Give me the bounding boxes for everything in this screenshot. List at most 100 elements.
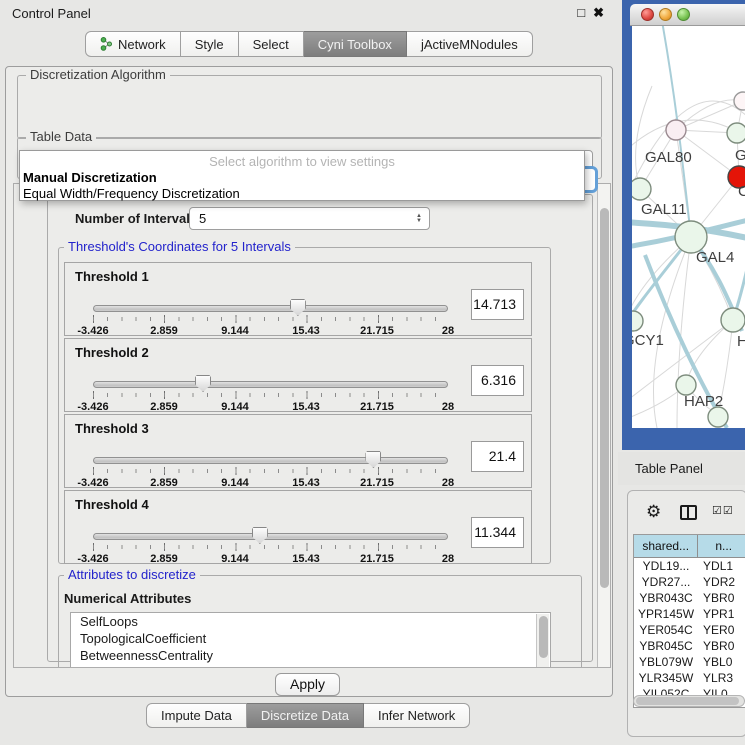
node-label: HAP2 <box>684 393 723 410</box>
network-node[interactable] <box>676 375 696 395</box>
network-node[interactable] <box>632 311 643 331</box>
tab-cyni-toolbox[interactable]: Cyni Toolbox <box>304 31 407 57</box>
settings-viewport: Interval Definition Number of Intervals … <box>13 183 611 668</box>
network-node[interactable] <box>632 178 651 200</box>
scrollbar-thumb[interactable] <box>600 208 609 588</box>
tab-discretize-data[interactable]: Discretize Data <box>247 703 364 728</box>
option-manual-discretization[interactable]: Manual Discretization <box>23 170 157 185</box>
network-node[interactable] <box>734 92 745 110</box>
control-panel: Control Panel □ ✖ Network Style Select C… <box>0 0 618 745</box>
settings-scrollbar[interactable] <box>597 184 610 668</box>
close-window-button[interactable] <box>641 8 654 21</box>
slider-thumb[interactable] <box>290 299 306 316</box>
table-row[interactable]: YBR043CYBR0 <box>634 590 745 606</box>
tab-style[interactable]: Style <box>181 31 239 57</box>
float-icon[interactable]: □ <box>577 5 585 21</box>
control-panel-titlebar: Control Panel □ ✖ <box>0 0 618 27</box>
thresholds-label: Threshold's Coordinates for 5 Intervals <box>64 240 295 254</box>
panel-title: Control Panel <box>12 6 91 21</box>
zoom-window-button[interactable] <box>677 8 690 21</box>
tab-network[interactable]: Network <box>85 31 181 57</box>
table-panel-title: Table Panel <box>635 461 703 476</box>
threshold-3-panel: Threshold 3 -3.426 2.859 9.144 15.43 21.… <box>64 414 532 488</box>
tab-network-label: Network <box>118 37 166 52</box>
table-row[interactable]: YBL079WYBL0 <box>634 654 745 670</box>
list-item[interactable]: SelfLoops <box>71 613 550 630</box>
table-row[interactable]: YDL19...YDL1 <box>634 558 745 574</box>
discretization-algorithm-label: Discretization Algorithm <box>26 68 170 82</box>
slider-thumb[interactable] <box>252 527 268 544</box>
numerical-attributes-list: SelfLoops TopologicalCoefficient Between… <box>70 612 551 668</box>
list-item[interactable]: BetweennessCentrality <box>71 647 550 664</box>
top-tab-bar: Network Style Select Cyni Toolbox jActiv… <box>0 31 618 57</box>
attributes-label: Attributes to discretize <box>64 568 200 582</box>
algorithm-placeholder: Select algorithm to view settings <box>20 154 584 169</box>
threshold-2-value[interactable]: 6.316 <box>471 365 524 396</box>
threshold-4-panel: Threshold 4 -3.426 2.859 9.144 15.43 21.… <box>64 490 532 564</box>
node-label: GAL80 <box>645 149 692 166</box>
bottom-tab-bar: Impute Data Discretize Data Infer Networ… <box>146 703 470 728</box>
threshold-4-label: Threshold 4 <box>75 497 149 512</box>
node-table: shared... n... YDL19...YDL1 YDR27...YDR2… <box>633 534 745 708</box>
list-item[interactable]: TopologicalCoefficient <box>71 630 550 647</box>
network-view-window: GAL80 GA C GAL11 GAL4 GCY1 HI HAP2 <box>622 0 745 450</box>
threshold-3-value[interactable]: 21.4 <box>471 441 524 472</box>
slider-thumb[interactable] <box>365 451 381 468</box>
algorithm-dropdown-popup: Select algorithm to view settings Manual… <box>19 150 585 201</box>
option-equal-width-frequency[interactable]: Equal Width/Frequency Discretization <box>23 186 240 201</box>
network-node[interactable] <box>727 123 745 143</box>
threshold-2-label: Threshold 2 <box>75 345 149 360</box>
discretization-algorithm-group <box>17 75 602 139</box>
scrollbar-thumb[interactable] <box>636 697 739 705</box>
minimize-window-button[interactable] <box>659 8 672 21</box>
slider-track[interactable] <box>93 533 448 540</box>
tab-impute-data[interactable]: Impute Data <box>146 703 247 728</box>
columns-icon[interactable] <box>680 505 697 520</box>
table-horizontal-scrollbar[interactable] <box>633 695 745 707</box>
apply-button[interactable]: Apply <box>275 673 340 696</box>
node-label: HI <box>737 333 745 350</box>
numerical-attributes-label: Numerical Attributes <box>64 591 191 606</box>
threshold-3-slider[interactable]: -3.426 2.859 9.144 15.43 21.715 28 <box>93 455 449 487</box>
gear-icon[interactable]: ⚙ <box>646 502 661 522</box>
network-window-titlebar[interactable] <box>630 4 745 26</box>
slider-track[interactable] <box>93 457 448 464</box>
threshold-1-panel: Threshold 1 -3.426 2.859 9.144 15.43 21.… <box>64 262 532 336</box>
node-label: GCY1 <box>632 332 664 349</box>
num-intervals-combobox[interactable]: 5 ▲▼ <box>189 207 430 230</box>
close-icon[interactable]: ✖ <box>593 5 604 21</box>
list-scrollbar[interactable] <box>536 614 549 668</box>
network-node[interactable] <box>708 407 728 427</box>
network-graph: GAL80 GA C GAL11 GAL4 GCY1 HI HAP2 <box>632 26 745 428</box>
network-node[interactable] <box>721 308 745 332</box>
threshold-3-label: Threshold 3 <box>75 421 149 436</box>
table-row[interactable]: YER054CYER0 <box>634 622 745 638</box>
cyni-toolbox-panel: Discretization Algorithm Table Data galF… <box>5 66 613 697</box>
node-label: GAL4 <box>696 249 734 266</box>
threshold-4-slider[interactable]: -3.426 2.859 9.144 15.43 21.715 28 <box>93 531 449 563</box>
network-canvas[interactable]: GAL80 GA C GAL11 GAL4 GCY1 HI HAP2 <box>632 26 745 428</box>
table-row[interactable]: YLR345WYLR3 <box>634 670 745 686</box>
column-header-name[interactable]: n... <box>698 535 745 558</box>
column-header-shared[interactable]: shared... <box>634 535 698 558</box>
select-columns-icons[interactable]: ☑☑ <box>712 504 734 517</box>
slider-track[interactable] <box>93 305 448 312</box>
tab-jactivemnodules[interactable]: jActiveMNodules <box>407 31 533 57</box>
threshold-1-value[interactable]: 14.713 <box>471 289 524 320</box>
slider-track[interactable] <box>93 381 448 388</box>
threshold-4-value[interactable]: 11.344 <box>471 517 524 548</box>
tab-infer-network[interactable]: Infer Network <box>364 703 470 728</box>
slider-thumb[interactable] <box>195 375 211 392</box>
tab-select[interactable]: Select <box>239 31 304 57</box>
table-row[interactable]: YDR27...YDR2 <box>634 574 745 590</box>
table-row[interactable]: YBR045CYBR0 <box>634 638 745 654</box>
threshold-2-slider[interactable]: -3.426 2.859 9.144 15.43 21.715 28 <box>93 379 449 411</box>
num-intervals-label: Number of Intervals <box>75 211 197 226</box>
node-label: GAL11 <box>641 201 687 218</box>
network-node[interactable] <box>666 120 686 140</box>
threshold-1-label: Threshold 1 <box>75 269 149 284</box>
node-label: C <box>738 183 745 200</box>
threshold-1-slider[interactable]: -3.426 2.859 9.144 15.43 21.715 28 <box>93 303 449 335</box>
network-icon <box>100 37 113 51</box>
table-row[interactable]: YPR145WYPR1 <box>634 606 745 622</box>
